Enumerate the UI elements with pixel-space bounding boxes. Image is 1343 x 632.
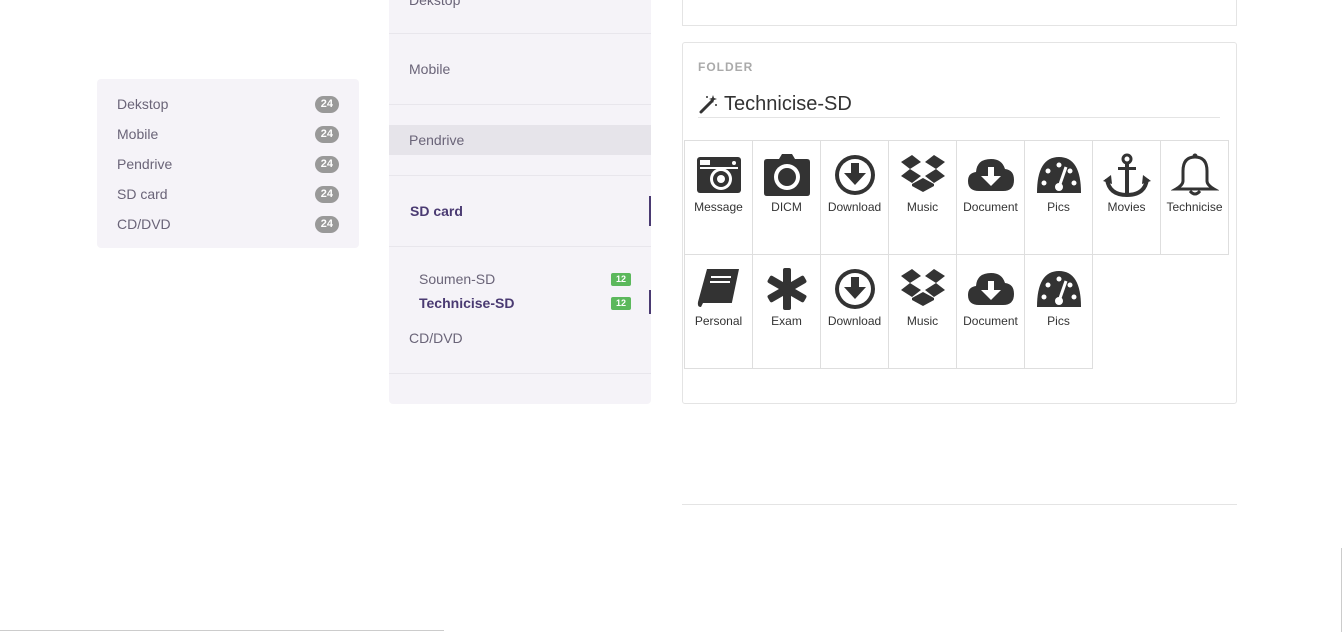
device-list-label: Mobile xyxy=(117,126,159,142)
dashboard-icon xyxy=(1036,157,1081,193)
tile-label: Download xyxy=(827,314,882,328)
folder-title: Technicise-SD xyxy=(698,91,1220,118)
tile-label: Document xyxy=(963,200,1018,214)
dropbox-icon xyxy=(900,155,945,192)
book-icon xyxy=(697,269,739,307)
tree-item-cddvd[interactable]: CD/DVD xyxy=(389,330,651,346)
bell-icon xyxy=(1170,153,1219,196)
camera-icon xyxy=(763,154,810,196)
count-badge: 24 xyxy=(314,215,339,233)
divider xyxy=(389,246,651,247)
camera-retro-icon xyxy=(696,157,741,193)
device-list-label: Pendrive xyxy=(117,156,173,172)
tile-label: Personal xyxy=(694,314,743,328)
top-panel xyxy=(682,0,1237,26)
folder-tile-pics[interactable]: Pics xyxy=(1024,140,1093,255)
tile-label: Music xyxy=(906,314,939,328)
folder-tile-document[interactable]: Document xyxy=(956,140,1025,255)
divider xyxy=(0,630,444,631)
folder-tile-pics[interactable]: Pics xyxy=(1024,254,1093,369)
device-tree-menu: Dekstop Mobile Pendrive SD card Soumen-S… xyxy=(389,0,651,404)
tile-label: Pics xyxy=(1047,200,1070,214)
divider xyxy=(682,504,1237,505)
folder-section-label: FOLDER xyxy=(698,60,754,74)
folder-panel: FOLDER Technicise-SD Message DICM Downlo… xyxy=(682,42,1237,404)
folder-tile-dicm[interactable]: DICM xyxy=(752,140,821,255)
divider xyxy=(389,104,651,105)
count-badge: 24 xyxy=(314,125,339,143)
tree-item-sdcard[interactable]: SD card xyxy=(389,203,651,219)
asterisk-icon xyxy=(767,268,806,310)
dashboard-icon xyxy=(1036,271,1081,307)
folder-tile-personal[interactable]: Personal xyxy=(684,254,753,369)
tile-label: Pics xyxy=(1047,314,1070,328)
tree-item-desktop[interactable]: Dekstop xyxy=(389,0,651,8)
folder-tile-movies[interactable]: Movies xyxy=(1092,140,1161,255)
divider xyxy=(389,175,651,176)
device-list-label: SD card xyxy=(117,186,168,202)
subitem-label: Technicise-SD xyxy=(419,295,515,311)
folder-tile-document[interactable]: Document xyxy=(956,254,1025,369)
divider xyxy=(1341,548,1342,632)
count-badge: 24 xyxy=(314,95,339,113)
tree-item-pendrive[interactable]: Pendrive xyxy=(389,125,651,155)
tile-label: Music xyxy=(906,200,939,214)
tree-subitem-technicise-sd[interactable]: Technicise-SD 12 xyxy=(419,295,631,311)
count-badge: 12 xyxy=(610,296,631,310)
device-list-label: CD/DVD xyxy=(117,216,171,232)
count-badge: 24 xyxy=(314,185,339,203)
folder-tile-technicise[interactable]: Technicise xyxy=(1160,140,1229,255)
selected-marker xyxy=(649,290,651,314)
tile-label: DICM xyxy=(771,200,802,214)
device-list-item-sdcard[interactable]: SD card 24 xyxy=(117,184,339,204)
divider xyxy=(389,373,651,374)
tile-label: Movies xyxy=(1107,200,1146,214)
count-badge: 24 xyxy=(314,155,339,173)
tile-label: Document xyxy=(963,314,1018,328)
device-list-panel: Dekstop 24 Mobile 24 Pendrive 24 SD card… xyxy=(97,79,359,248)
download-circle-icon xyxy=(834,155,875,195)
tree-item-mobile[interactable]: Mobile xyxy=(389,61,651,77)
folder-tile-download[interactable]: Download xyxy=(820,140,889,255)
subitem-label: Soumen-SD xyxy=(419,271,496,287)
magic-wand-icon xyxy=(699,95,717,114)
folder-title-text: Technicise-SD xyxy=(724,92,852,115)
device-list-item-desktop[interactable]: Dekstop 24 xyxy=(117,94,339,114)
folder-tile-download[interactable]: Download xyxy=(820,254,889,369)
tile-label: Exam xyxy=(771,314,802,328)
tree-subitem-soumen-sd[interactable]: Soumen-SD 12 xyxy=(419,271,631,287)
tile-label: Message xyxy=(694,200,743,214)
count-badge: 12 xyxy=(610,272,631,286)
device-list-label: Dekstop xyxy=(117,96,169,112)
dropbox-icon xyxy=(900,269,945,306)
device-list-item-cddvd[interactable]: CD/DVD 24 xyxy=(117,214,339,234)
divider xyxy=(389,33,651,34)
cloud-download-icon xyxy=(967,273,1014,305)
tile-label: Download xyxy=(827,200,882,214)
selected-marker xyxy=(649,196,651,226)
device-list-item-mobile[interactable]: Mobile 24 xyxy=(117,124,339,144)
tile-label: Technicise xyxy=(1166,200,1223,214)
folder-tile-exam[interactable]: Exam xyxy=(752,254,821,369)
folder-tile-music[interactable]: Music xyxy=(888,254,957,369)
anchor-icon xyxy=(1102,153,1151,197)
cloud-download-icon xyxy=(967,159,1014,191)
download-circle-icon xyxy=(834,269,875,309)
folder-tile-message[interactable]: Message xyxy=(684,140,753,255)
device-list-item-pendrive[interactable]: Pendrive 24 xyxy=(117,154,339,174)
folder-tile-music[interactable]: Music xyxy=(888,140,957,255)
